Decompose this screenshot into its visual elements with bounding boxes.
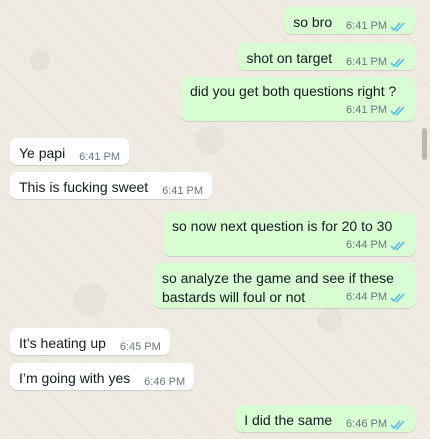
message-time: 6:41 PM <box>346 104 387 116</box>
message-time: 6:46 PM <box>346 418 387 430</box>
message-outgoing[interactable]: so now next question is for 20 to 30 6:4… <box>163 212 415 256</box>
message-text: Ye papi <box>19 145 66 161</box>
message-text: so now next question is for 20 to 30 <box>172 218 393 234</box>
message-meta: 6:41 PM <box>79 148 120 167</box>
message-outgoing[interactable]: shot on target 6:41 PM <box>237 43 415 72</box>
message-time: 6:41 PM <box>346 56 387 68</box>
message-time: 6:41 PM <box>346 20 387 32</box>
double-check-icon <box>390 241 405 251</box>
scrollbar-thumb[interactable] <box>422 128 427 160</box>
message-outgoing[interactable]: I did the same 6:46 PM <box>235 405 415 432</box>
message-time: 6:44 PM <box>346 291 387 303</box>
message-time: 6:46 PM <box>144 376 186 388</box>
message-text: This is fucking sweet <box>19 179 149 195</box>
message-meta: 6:44 PM <box>346 288 406 307</box>
double-check-icon <box>390 293 405 303</box>
double-check-icon <box>390 22 405 32</box>
message-incoming[interactable]: It’s heating up 6:45 PM <box>10 328 170 355</box>
double-check-icon <box>390 106 405 116</box>
message-outgoing[interactable]: so analyze the game and see if these bas… <box>153 263 415 308</box>
message-time: 6:45 PM <box>119 341 161 353</box>
message-incoming[interactable]: I’m going with yes 6:46 PM <box>10 363 195 392</box>
message-meta: 6:46 PM <box>144 373 185 392</box>
message-text: It’s heating up <box>19 335 106 351</box>
message-meta: 6:46 PM <box>346 415 406 434</box>
double-check-icon <box>390 58 405 68</box>
message-incoming[interactable]: Ye papi 6:41 PM <box>10 138 130 167</box>
message-meta: 6:41 PM <box>346 53 406 72</box>
message-text-line: so analyze the game and see if these <box>162 270 394 286</box>
message-last-line: bastards will foul or not 6:44 PM <box>162 288 406 307</box>
message-time: 6:41 PM <box>162 185 204 197</box>
message-meta: 6:44 PM <box>172 236 406 255</box>
message-text: so bro <box>293 14 333 30</box>
message-text-line: bastards will foul or not <box>162 289 306 305</box>
message-meta: 6:41 PM <box>346 17 406 36</box>
message-outgoing[interactable]: did you get both questions right ? 6:41 … <box>181 77 415 121</box>
message-text: I’m going with yes <box>19 370 131 386</box>
chat-pane: so bro 6:41 PM shot on target 6:41 PM di… <box>0 0 430 439</box>
double-check-icon <box>390 420 405 430</box>
message-time: 6:44 PM <box>346 239 387 251</box>
message-meta: 6:41 PM <box>190 101 406 120</box>
message-time: 6:41 PM <box>79 151 121 163</box>
message-text: did you get both questions right ? <box>190 83 397 99</box>
message-incoming[interactable]: This is fucking sweet 6:41 PM <box>10 172 213 201</box>
message-text: I did the same <box>244 412 333 428</box>
message-text: shot on target <box>246 50 333 66</box>
message-meta: 6:41 PM <box>162 182 203 201</box>
message-outgoing[interactable]: so bro 6:41 PM <box>284 7 415 34</box>
message-meta: 6:45 PM <box>120 338 161 357</box>
